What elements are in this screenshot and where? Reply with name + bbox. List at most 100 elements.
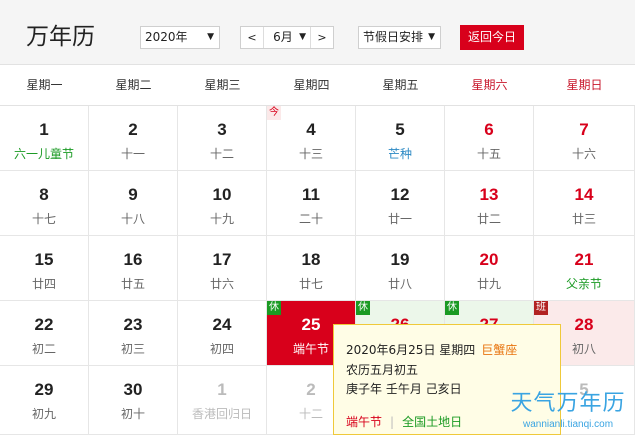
day-detail-popup: 2020年6月25日 星期四 巨蟹座 农历五月初五 庚子年 壬午月 己亥日 端午节… bbox=[333, 324, 561, 435]
lunar-date: 初九 bbox=[31, 407, 56, 421]
popup-festival-2[interactable]: 全国土地日 bbox=[402, 415, 462, 429]
day-cell[interactable]: 7 十六 bbox=[534, 106, 635, 171]
day-number: 20 bbox=[479, 250, 499, 269]
next-month-button[interactable]: > bbox=[311, 27, 333, 48]
day-number: 23 bbox=[123, 315, 143, 334]
day-number: 12 bbox=[390, 185, 410, 204]
calendar-header: 万年历 2020年 ▼ < 6月 ▼ > 节假日安排 ▼ 返回今日 bbox=[0, 0, 635, 65]
popup-festival-1[interactable]: 端午节 bbox=[346, 415, 382, 429]
day-cell[interactable]: 15 廿四 bbox=[0, 236, 89, 301]
month-select[interactable]: 6月 ▼ bbox=[263, 27, 311, 48]
popup-separator: | bbox=[390, 415, 395, 429]
popup-zodiac-sign[interactable]: 巨蟹座 bbox=[481, 343, 517, 357]
weekday-label: 星期三 bbox=[204, 78, 241, 92]
day-cell[interactable]: 今 4 十三 bbox=[267, 106, 356, 171]
lunar-date: 廿九 bbox=[476, 277, 501, 291]
day-cell[interactable]: 1 香港回归日 bbox=[178, 366, 267, 435]
lunar-date: 初十 bbox=[120, 407, 145, 421]
weekday-label: 星期四 bbox=[293, 78, 330, 92]
month-selector: < 6月 ▼ > bbox=[240, 26, 334, 49]
day-cell[interactable]: 24 初四 bbox=[178, 301, 267, 366]
lunar-date: 十九 bbox=[209, 212, 234, 226]
day-number: 30 bbox=[123, 380, 143, 399]
day-cell[interactable]: 19 廿八 bbox=[356, 236, 445, 301]
lunar-date: 十八 bbox=[120, 212, 145, 226]
rest-day-badge: 休 bbox=[445, 301, 459, 315]
day-number: 11 bbox=[302, 185, 320, 204]
prev-month-button[interactable]: < bbox=[241, 27, 263, 48]
lunar-date: 廿三 bbox=[571, 212, 596, 226]
day-cell[interactable]: 11 二十 bbox=[267, 171, 356, 236]
lunar-date: 初二 bbox=[31, 342, 56, 356]
back-to-today-button[interactable]: 返回今日 bbox=[460, 25, 524, 50]
weekday-label: 星期五 bbox=[382, 78, 419, 92]
lunar-date: 廿一 bbox=[387, 212, 412, 226]
lunar-date: 二十 bbox=[298, 212, 323, 226]
weekday-label: 星期六 bbox=[471, 78, 508, 92]
day-cell[interactable]: 17 廿六 bbox=[178, 236, 267, 301]
day-number: 15 bbox=[34, 250, 54, 269]
weekday-label: 星期日 bbox=[566, 78, 603, 92]
day-cell[interactable]: 10 十九 bbox=[178, 171, 267, 236]
day-cell[interactable]: 16 廿五 bbox=[89, 236, 178, 301]
day-cell[interactable]: 9 十八 bbox=[89, 171, 178, 236]
day-number: 3 bbox=[217, 120, 227, 139]
day-cell[interactable]: 13 廿二 bbox=[445, 171, 534, 236]
day-number: 17 bbox=[212, 250, 232, 269]
day-cell[interactable]: 21 父亲节 bbox=[534, 236, 635, 301]
today-badge: 今 bbox=[267, 106, 281, 120]
day-number: 22 bbox=[34, 315, 54, 334]
day-cell[interactable]: 12 廿一 bbox=[356, 171, 445, 236]
day-cell[interactable]: 2 十一 bbox=[89, 106, 178, 171]
day-cell[interactable]: 22 初二 bbox=[0, 301, 89, 366]
lunar-date: 十六 bbox=[571, 147, 596, 161]
day-cell[interactable]: 23 初三 bbox=[89, 301, 178, 366]
day-cell[interactable]: 1 六一儿童节 bbox=[0, 106, 89, 171]
day-number: 4 bbox=[306, 120, 316, 139]
day-number: 8 bbox=[39, 185, 49, 204]
lunar-date: 廿八 bbox=[387, 277, 412, 291]
popup-date: 2020年6月25日 星期四 bbox=[346, 343, 476, 357]
day-cell[interactable]: 3 十二 bbox=[178, 106, 267, 171]
day-number: 1 bbox=[217, 380, 227, 399]
holiday-select[interactable]: 节假日安排 ▼ bbox=[358, 26, 441, 49]
lunar-date: 廿二 bbox=[476, 212, 501, 226]
day-number: 24 bbox=[212, 315, 232, 334]
day-number: 19 bbox=[390, 250, 410, 269]
lunar-date: 六一儿童节 bbox=[13, 147, 74, 161]
lunar-date: 廿五 bbox=[120, 277, 145, 291]
rest-day-badge: 休 bbox=[267, 301, 281, 315]
lunar-date: 廿四 bbox=[31, 277, 56, 291]
day-cell[interactable]: 8 十七 bbox=[0, 171, 89, 236]
lunar-date: 十三 bbox=[298, 147, 323, 161]
day-number: 13 bbox=[479, 185, 499, 204]
day-number: 16 bbox=[123, 250, 143, 269]
day-cell[interactable]: 18 廿七 bbox=[267, 236, 356, 301]
day-number: 9 bbox=[128, 185, 138, 204]
day-cell[interactable]: 6 十五 bbox=[445, 106, 534, 171]
day-cell[interactable]: 20 廿九 bbox=[445, 236, 534, 301]
day-number: 21 bbox=[574, 250, 594, 269]
popup-festivals: 端午节 | 全国土地日 bbox=[346, 413, 462, 430]
day-cell[interactable]: 5 芒种 bbox=[356, 106, 445, 171]
lunar-date: 十五 bbox=[476, 147, 501, 161]
year-select[interactable]: 2020年 ▼ bbox=[140, 26, 220, 49]
work-day-badge: 班 bbox=[534, 301, 548, 315]
weekday-label: 星期一 bbox=[26, 78, 63, 92]
day-cell[interactable]: 14 廿三 bbox=[534, 171, 635, 236]
month-select-value: 6月 bbox=[273, 30, 293, 44]
lunar-date: 初四 bbox=[209, 342, 234, 356]
chevron-down-icon: ▼ bbox=[428, 32, 435, 42]
day-number: 5 bbox=[395, 120, 405, 139]
lunar-date: 廿七 bbox=[298, 277, 323, 291]
lunar-date: 廿六 bbox=[209, 277, 234, 291]
lunar-date: 芒种 bbox=[387, 147, 412, 161]
day-cell[interactable]: 29 初九 bbox=[0, 366, 89, 435]
day-cell[interactable]: 30 初十 bbox=[89, 366, 178, 435]
lunar-date: 十一 bbox=[120, 147, 145, 161]
chevron-down-icon: ▼ bbox=[299, 32, 306, 42]
day-number: 2 bbox=[128, 120, 138, 139]
weekday-label: 星期二 bbox=[115, 78, 152, 92]
year-select-value: 2020年 bbox=[145, 30, 188, 44]
day-number: 7 bbox=[579, 120, 589, 139]
